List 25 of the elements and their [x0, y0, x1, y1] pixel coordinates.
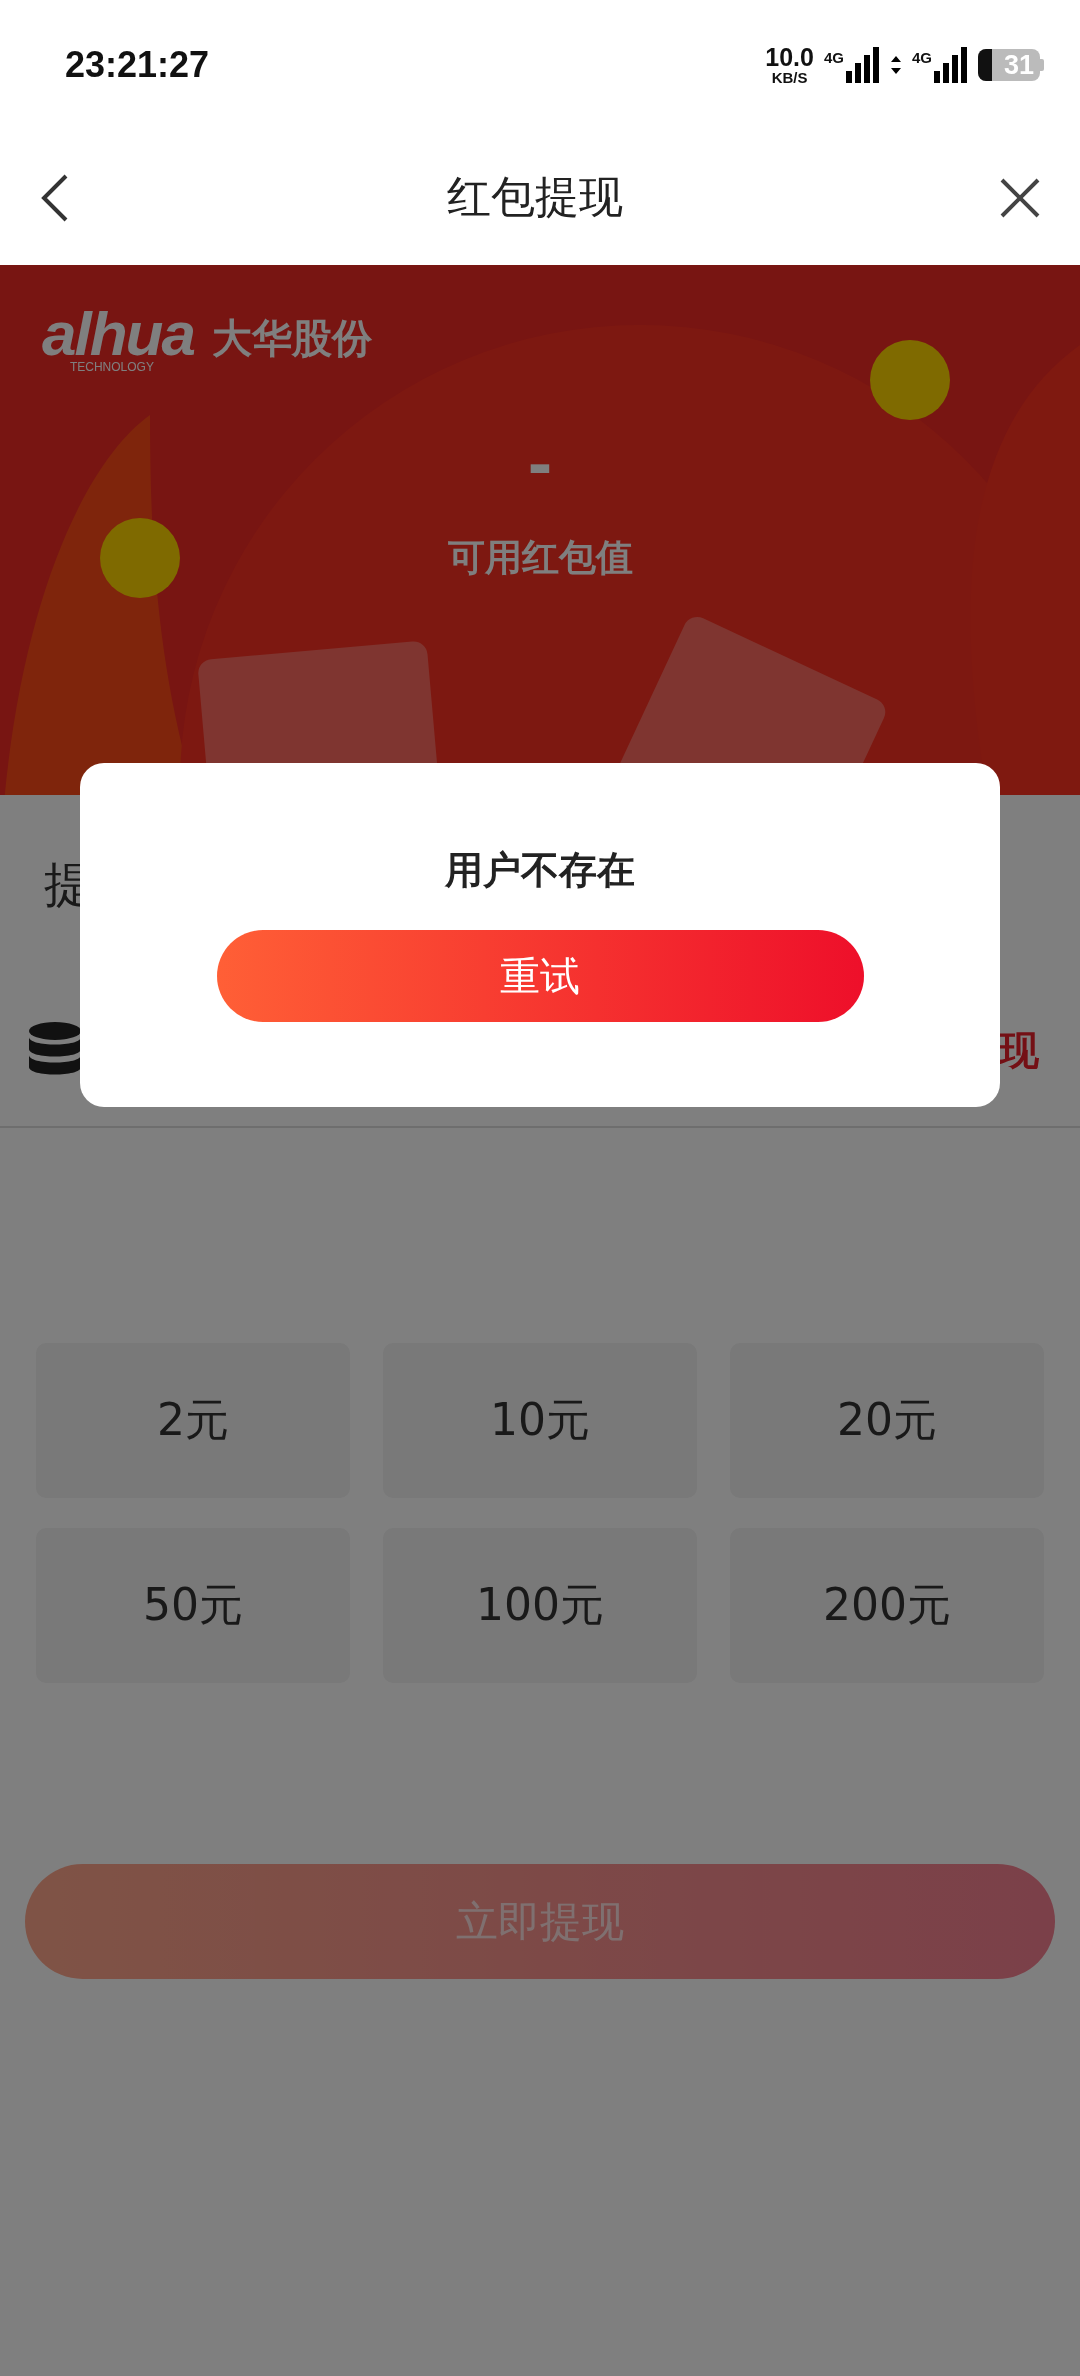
page-title: 红包提现 — [447, 170, 623, 224]
battery-fill — [978, 49, 992, 81]
amount-option[interactable]: 200元 — [730, 1528, 1044, 1683]
data-arrows-icon — [890, 55, 902, 75]
clock-time: 23:21:27 — [65, 44, 211, 86]
retry-button[interactable]: 重试 — [216, 930, 864, 1022]
signal-icon — [846, 47, 880, 83]
amount-option[interactable]: 100元 — [383, 1528, 697, 1683]
withdraw-method-link[interactable]: 现 — [999, 1023, 1039, 1078]
balance-label: 可用红包值 — [447, 535, 633, 581]
back-icon[interactable] — [40, 172, 70, 223]
amount-option[interactable]: 20元 — [730, 1343, 1044, 1498]
close-icon[interactable] — [1000, 177, 1040, 218]
amount-option[interactable]: 2元 — [36, 1343, 350, 1498]
network-type: 4G — [823, 49, 844, 66]
battery-level: 31 — [1003, 49, 1034, 81]
balance-value: - — [527, 435, 553, 495]
dialog-message: 用户不存在 — [445, 847, 635, 894]
company-name: 大华股份 — [211, 313, 372, 363]
network-type: 4G — [912, 49, 932, 66]
amount-option[interactable]: 10元 — [383, 1343, 697, 1498]
amount-option[interactable]: 50元 — [36, 1528, 350, 1683]
network-speed-unit: KB/S — [771, 70, 808, 85]
network-speed: 10.0 — [765, 45, 814, 70]
signal-icon — [934, 47, 968, 83]
